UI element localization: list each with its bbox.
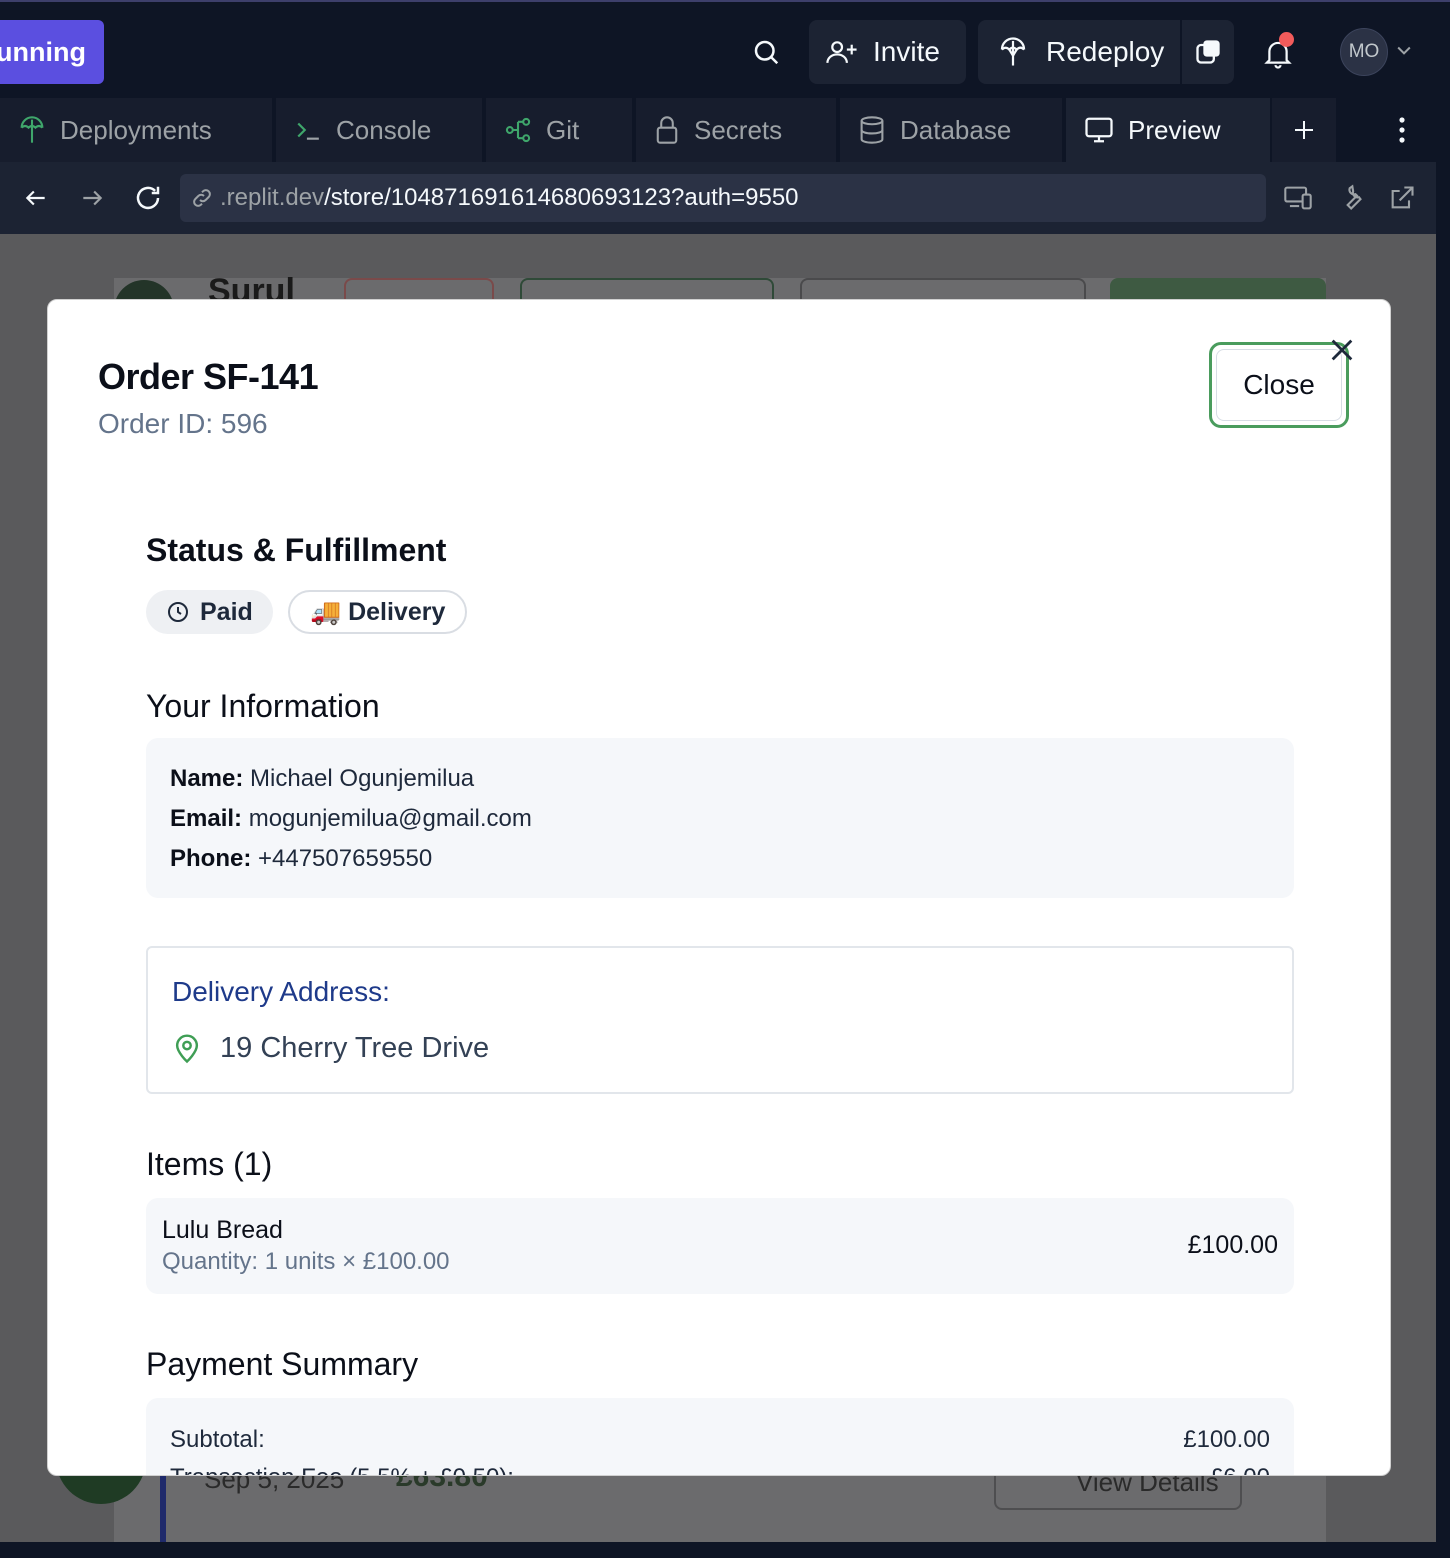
- status-badge: Paid: [146, 590, 273, 634]
- tab-database[interactable]: Database: [840, 98, 1064, 162]
- subtotal-value: £100.00: [1183, 1426, 1270, 1453]
- url-path: /store/1048716916146806931​23?auth=9550: [324, 184, 799, 211]
- invite-label: Invite: [873, 36, 940, 67]
- close-button-label: Close: [1216, 349, 1342, 421]
- devices-icon: [1284, 186, 1312, 210]
- terminal-icon: [297, 122, 319, 140]
- info-section-title: Your Information: [146, 688, 380, 724]
- subtotal-row: Subtotal: £100.00: [170, 1426, 1270, 1454]
- search-icon: [754, 40, 779, 65]
- modal-title: Order SF-141: [98, 356, 319, 397]
- map-pin-icon: [175, 1034, 199, 1064]
- tab-options-button[interactable]: [1380, 98, 1424, 162]
- tab-secrets[interactable]: Secrets: [636, 98, 838, 162]
- tab-label: Preview: [1128, 114, 1221, 145]
- invite-button[interactable]: Invite: [809, 20, 966, 84]
- avatar[interactable]: MO: [1340, 28, 1388, 76]
- tab-deployments[interactable]: Deployments: [0, 98, 274, 162]
- customer-info: Name: Michael Ogunjemilua Email: mogunje…: [146, 738, 1294, 898]
- notification-dot: [1279, 32, 1294, 47]
- more-vertical-icon: [1399, 117, 1405, 143]
- order-id: Order ID: 596: [98, 408, 268, 439]
- order-card-accent: [160, 1474, 166, 1542]
- redeploy-label: Redeploy: [1046, 36, 1165, 67]
- subtotal-label: Subtotal:: [170, 1426, 265, 1453]
- open-new-tab-button[interactable]: [1380, 176, 1424, 220]
- add-user-icon: [826, 41, 857, 64]
- window-edge: [0, 1542, 1450, 1558]
- fee-label: Transaction Fee (5.5% + £0.50):: [170, 1464, 514, 1475]
- preview-toolbar: .replit.dev/store/1048716916146806931​23…: [0, 162, 1436, 234]
- monitor-icon: [1085, 117, 1113, 143]
- email-row: Email: mogunjemilua@gmail.com: [170, 804, 1270, 844]
- name-value: Michael Ogunjemilua: [250, 765, 475, 792]
- payment-summary: Subtotal: £100.00 Transaction Fee (5.5% …: [146, 1398, 1294, 1475]
- name-row: Name: Michael Ogunjemilua: [170, 764, 1270, 804]
- phone-row: Phone: +447507659550: [170, 844, 1270, 884]
- window-edge: [1436, 162, 1450, 1558]
- tab-label: Console: [336, 114, 432, 145]
- deploy-menu-button[interactable]: [1182, 20, 1234, 84]
- tab-console[interactable]: Console: [276, 98, 484, 162]
- redeploy-button[interactable]: Redeploy: [978, 20, 1180, 84]
- fee-value: £6.00: [1210, 1464, 1270, 1475]
- new-tab-button[interactable]: [1272, 98, 1336, 162]
- copy-icon: [1196, 40, 1220, 64]
- arrow-right-icon: [83, 190, 103, 206]
- item-price: £100.00: [1187, 1231, 1278, 1259]
- link-icon: [193, 189, 211, 207]
- chevron-down-icon[interactable]: [1394, 40, 1414, 60]
- reload-icon: [136, 186, 160, 210]
- url-host: .replit.dev: [220, 184, 325, 211]
- pane-tabs: Deployments Console Git Secrets Database…: [0, 98, 1450, 162]
- external-link-icon: [1391, 186, 1414, 209]
- reload-button[interactable]: [126, 176, 170, 220]
- deployments-icon: [20, 116, 44, 143]
- run-button[interactable]: Running: [0, 20, 104, 84]
- clock-icon: [168, 602, 188, 622]
- tab-label: Secrets: [694, 114, 783, 145]
- status-section-title: Status & Fulfillment: [146, 532, 447, 568]
- name-label: Name:: [170, 765, 244, 792]
- wrench-icon: [1346, 184, 1362, 210]
- fulfillment-badge: 🚚 Delivery: [288, 590, 468, 634]
- email-label: Email:: [170, 805, 243, 832]
- email-value: mogunjemilua@gmail.com: [248, 805, 532, 832]
- deploy-icon: [1000, 37, 1026, 66]
- item-quantity: Quantity: 1 units × £100.00: [162, 1248, 450, 1275]
- url-input[interactable]: .replit.dev/store/1048716916146806931​23…: [180, 174, 1266, 222]
- order-details-modal: Order SF-141 Order ID: 596 Close Status …: [47, 299, 1391, 1476]
- payment-section-title: Payment Summary: [146, 1346, 419, 1382]
- devices-button[interactable]: [1276, 176, 1320, 220]
- list-item: Lulu Bread Quantity: 1 units × £100.00 £…: [146, 1198, 1294, 1294]
- delivery-address-card: Delivery Address: 19 Cherry Tree Drive: [146, 946, 1294, 1094]
- notifications-button[interactable]: [1252, 28, 1304, 80]
- plus-icon: [1295, 121, 1313, 139]
- workspace-header: Running Invite Redeploy MO: [0, 0, 1450, 100]
- tab-git[interactable]: Git: [486, 98, 634, 162]
- forward-button[interactable]: [70, 176, 114, 220]
- close-icon[interactable]: [1328, 336, 1356, 364]
- devtools-button[interactable]: [1328, 176, 1372, 220]
- search-button[interactable]: [740, 26, 792, 78]
- address-label: Delivery Address:: [172, 976, 390, 1007]
- tab-label: Deployments: [60, 114, 212, 145]
- address-value: 19 Cherry Tree Drive: [220, 1032, 490, 1064]
- git-icon: [505, 117, 531, 143]
- phone-label: Phone:: [170, 845, 252, 872]
- status-badge-label: Paid: [200, 597, 253, 626]
- tab-preview[interactable]: Preview: [1066, 98, 1272, 162]
- arrow-left-icon: [25, 190, 45, 206]
- items-section-title: Items (1): [146, 1146, 273, 1182]
- back-button[interactable]: [14, 176, 58, 220]
- tab-label: Git: [546, 114, 580, 145]
- phone-value: +447507659550: [258, 845, 433, 872]
- tab-label: Database: [900, 114, 1012, 145]
- item-name: Lulu Bread: [162, 1216, 283, 1244]
- lock-icon: [656, 116, 678, 144]
- fee-row: Transaction Fee (5.5% + £0.50): £6.00: [170, 1464, 1270, 1475]
- database-icon: [860, 116, 884, 144]
